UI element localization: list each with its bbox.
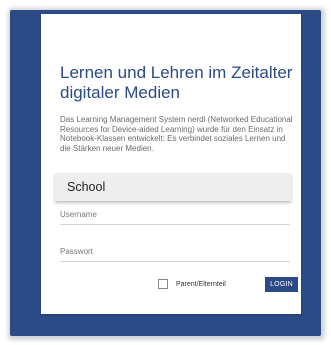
school-value: School (67, 180, 106, 194)
parent-checkbox-label: Parent/Elternteil (176, 280, 226, 288)
login-card: Lernen und Lehren im Zeitalter digitaler… (41, 14, 301, 314)
password-field[interactable]: Passwort (60, 247, 290, 262)
screenshot-frame: Lernen und Lehren im Zeitalter digitaler… (0, 0, 331, 345)
parent-checkbox-row: Parent/Elternteil (158, 276, 226, 292)
page-title: Lernen und Lehren im Zeitalter digitaler… (60, 63, 293, 102)
description-text: Das Learning Management System nerdl (Ne… (60, 115, 293, 153)
school-select[interactable]: School (55, 173, 291, 201)
password-placeholder: Passwort (60, 247, 93, 256)
username-field[interactable]: Username (60, 210, 290, 225)
username-placeholder: Username (60, 210, 97, 219)
login-button[interactable]: LOGIN (265, 277, 298, 292)
checkbox-unchecked-icon[interactable] (158, 279, 168, 289)
